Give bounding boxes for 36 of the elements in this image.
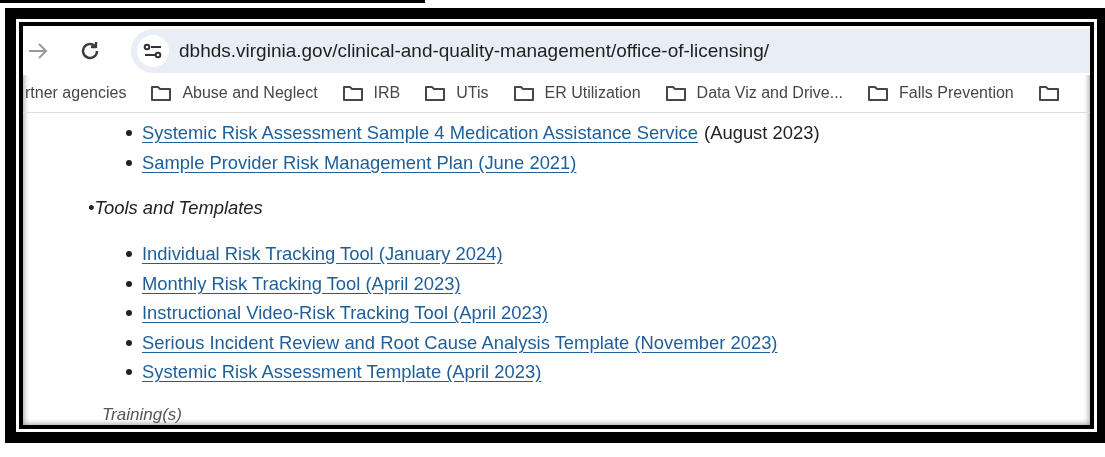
document-link[interactable]: Monthly Risk Tracking Tool (April 2023) [142, 272, 461, 295]
document-link[interactable]: Sample Provider Risk Management Plan (June 2021) [142, 151, 577, 174]
folder-icon [150, 84, 173, 103]
bookmark-folder[interactable]: Data Viz and Drive... [664, 84, 844, 103]
date-note: (August 2023) [704, 122, 820, 145]
folder-icon[interactable] [1037, 84, 1060, 103]
url-text: dbhds.virginia.gov/clinical-and-quality-management/office-of-licensing/ [179, 39, 769, 62]
folder-icon [512, 84, 535, 103]
bookmark-folder[interactable]: Falls Prevention [867, 84, 1014, 103]
folder-icon [341, 84, 364, 103]
document-link[interactable]: Individual Risk Tracking Tool (January 2024) [142, 243, 503, 266]
bullet-icon [126, 310, 132, 317]
reload-icon[interactable] [79, 39, 101, 62]
bookmark-folder[interactable]: IRB [341, 84, 401, 103]
bullet-icon [126, 369, 132, 376]
bullet-icon [126, 159, 132, 166]
bullet-icon [126, 130, 132, 137]
section-heading: •Tools and Templates [88, 196, 264, 219]
bookmark-link[interactable]: rtner agencies [25, 84, 127, 103]
document-link[interactable]: Serious Incident Review and Root Cause Analysis Template (November 2023) [142, 331, 778, 354]
forward-arrow-icon[interactable] [27, 40, 49, 61]
folder-icon [664, 84, 687, 103]
site-settings-icon[interactable] [137, 34, 169, 67]
bullet-icon [126, 339, 132, 346]
folder-icon [424, 84, 447, 103]
section-heading: Training(s) [102, 405, 183, 425]
folder-icon [867, 84, 890, 103]
bookmark-folder[interactable]: ER Utilization [512, 84, 641, 103]
document-link[interactable]: Systemic Risk Assessment Template (April 2023) [142, 361, 542, 384]
bookmark-folder[interactable]: Abuse and Neglect [150, 84, 318, 103]
address-bar[interactable]: dbhds.virginia.gov/clinical-and-quality-management/office-of-licensing/ [131, 28, 1090, 73]
bookmark-folder[interactable]: UTis [424, 84, 489, 103]
document-link[interactable]: Instructional Video-Risk Tracking Tool (April 2023) [142, 302, 549, 325]
bullet-icon [126, 280, 132, 287]
document-link[interactable]: Systemic Risk Assessment Sample 4 Medication Assistance Service [142, 122, 699, 145]
bullet-icon [126, 251, 132, 258]
